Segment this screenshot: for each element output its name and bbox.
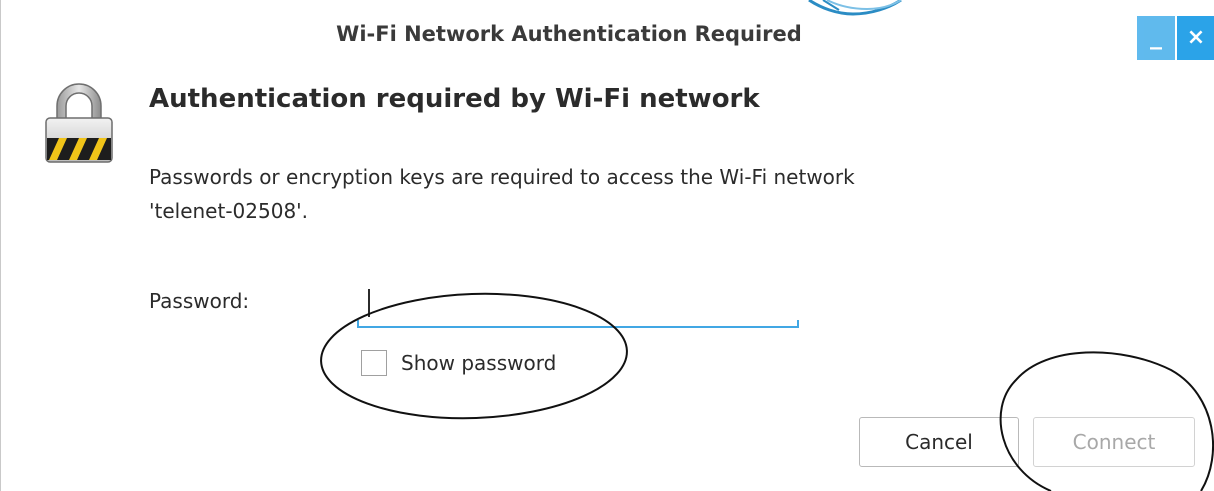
auth-dialog-window: Wi-Fi Network Authentication Required _ … (0, 0, 1214, 491)
password-field-edge-right (797, 320, 799, 328)
show-password-label[interactable]: Show password (401, 351, 556, 375)
connect-button[interactable]: Connect (1033, 417, 1195, 467)
close-button[interactable]: × (1177, 16, 1214, 60)
title-bar[interactable]: Wi-Fi Network Authentication Required _ … (1, 0, 1214, 78)
show-password-checkbox[interactable] (361, 350, 387, 376)
window-title: Wi-Fi Network Authentication Required (336, 22, 802, 46)
padlock-icon (45, 83, 113, 163)
password-input[interactable] (357, 286, 799, 328)
dialog-heading: Authentication required by Wi-Fi network (149, 84, 760, 114)
dialog-description: Passwords or encryption keys are require… (149, 160, 1109, 228)
text-caret (368, 289, 370, 317)
description-line-1: Passwords or encryption keys are require… (149, 165, 855, 189)
minimize-button[interactable]: _ (1137, 16, 1175, 60)
description-line-2: 'telenet-02508'. (149, 199, 309, 223)
password-label: Password: (149, 289, 250, 313)
minimize-icon: _ (1150, 22, 1162, 50)
cancel-button[interactable]: Cancel (859, 417, 1019, 467)
close-icon: × (1186, 25, 1206, 50)
password-field-edge-left (357, 320, 359, 328)
show-password-toggle[interactable]: Show password (361, 347, 556, 379)
